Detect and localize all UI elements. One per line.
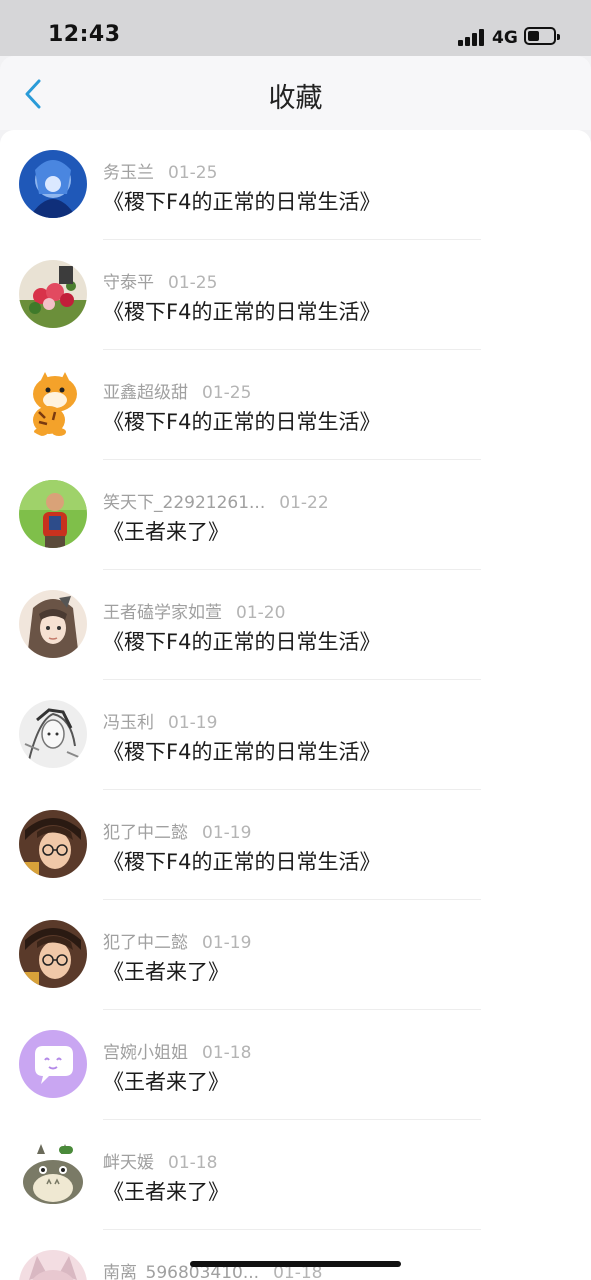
book-title: 《稷下F4的正常的日常生活》 (103, 410, 381, 434)
list-item[interactable]: 宫婉小姐姐 01-18 《王者来了》 (0, 1010, 591, 1120)
book-title: 《稷下F4的正常的日常生活》 (103, 850, 381, 874)
book-title: 《稷下F4的正常的日常生活》 (103, 630, 381, 654)
book-title: 《王者来了》 (103, 520, 229, 544)
list-item[interactable]: 亚鑫超级甜 01-25 《稷下F4的正常的日常生活》 (0, 350, 591, 460)
book-title: 《王者来了》 (103, 1070, 229, 1094)
user-name: 亚鑫超级甜 (103, 383, 188, 403)
user-name: 冯玉利 (103, 713, 154, 733)
child-photo-avatar-icon[interactable] (19, 480, 87, 548)
list-item[interactable]: 冯玉利 01-19 《稷下F4的正常的日常生活》 (0, 680, 591, 790)
nav-bar: 收藏 (0, 56, 591, 130)
item-date: 01-20 (236, 603, 286, 623)
user-name: 宫婉小姐姐 (103, 1043, 188, 1063)
list-item[interactable]: 务玉兰 01-25 《稷下F4的正常的日常生活》 (0, 130, 591, 240)
user-name: 犯了中二懿 (103, 823, 188, 843)
item-date: 01-19 (168, 713, 218, 733)
purple-chat-avatar-icon[interactable] (19, 1030, 87, 1098)
favorites-list: 务玉兰 01-25 《稷下F4的正常的日常生活》 守泰平 01-25 《稷下F4的正… (0, 130, 591, 1280)
tiger-cartoon-avatar-icon[interactable] (19, 370, 87, 438)
list-item[interactable]: 衅天媛 01-18 《王者来了》 (0, 1120, 591, 1230)
item-date: 01-25 (168, 273, 218, 293)
home-indicator[interactable] (190, 1261, 401, 1267)
user-name: 笑天下_22921261... (103, 493, 266, 513)
item-date: 01-22 (279, 493, 329, 513)
user-name: 犯了中二懿 (103, 933, 188, 953)
book-title: 《稷下F4的正常的日常生活》 (103, 190, 381, 214)
book-title: 《王者来了》 (103, 960, 229, 984)
list-item[interactable]: 王者磕学家如萱 01-20 《稷下F4的正常的日常生活》 (0, 570, 591, 680)
list-item[interactable]: 守泰平 01-25 《稷下F4的正常的日常生活》 (0, 240, 591, 350)
item-date: 01-25 (168, 163, 218, 183)
flower-bouquet-avatar-icon[interactable] (19, 260, 87, 328)
book-title: 《王者来了》 (103, 1180, 229, 1204)
user-name: 守泰平 (103, 273, 154, 293)
list-item[interactable]: 南离_596803410... 01-18 (0, 1230, 591, 1280)
user-name: 王者磕学家如萱 (103, 603, 222, 623)
glasses-boy-avatar-icon[interactable] (19, 810, 87, 878)
sketch-avatar-icon[interactable] (19, 700, 87, 768)
battery-icon (524, 27, 560, 45)
book-title: 《稷下F4的正常的日常生活》 (103, 740, 381, 764)
glasses-boy-avatar-icon[interactable] (19, 920, 87, 988)
anime-blue-avatar-icon[interactable] (19, 150, 87, 218)
item-date: 01-19 (202, 823, 252, 843)
item-date: 01-25 (202, 383, 252, 403)
signal-icon (458, 28, 486, 46)
user-name: 衅天媛 (103, 1153, 154, 1173)
status-bar: 12:43 4G (0, 0, 591, 56)
item-date: 01-18 (202, 1043, 252, 1063)
user-name: 务玉兰 (103, 163, 154, 183)
totoro-avatar-icon[interactable] (19, 1140, 87, 1208)
status-time: 12:43 (48, 22, 121, 47)
book-title: 《稷下F4的正常的日常生活》 (103, 300, 381, 324)
anime-girl-avatar-icon[interactable] (19, 590, 87, 658)
network-label: 4G (492, 28, 518, 48)
list-item[interactable]: 笑天下_22921261... 01-22 《王者来了》 (0, 460, 591, 570)
list-item[interactable]: 犯了中二懿 01-19 《稷下F4的正常的日常生活》 (0, 790, 591, 900)
cat-avatar-icon[interactable] (19, 1250, 87, 1280)
item-date: 01-19 (202, 933, 252, 953)
list-item[interactable]: 犯了中二懿 01-19 《王者来了》 (0, 900, 591, 1010)
item-date: 01-18 (168, 1153, 218, 1173)
page-title: 收藏 (268, 83, 323, 114)
